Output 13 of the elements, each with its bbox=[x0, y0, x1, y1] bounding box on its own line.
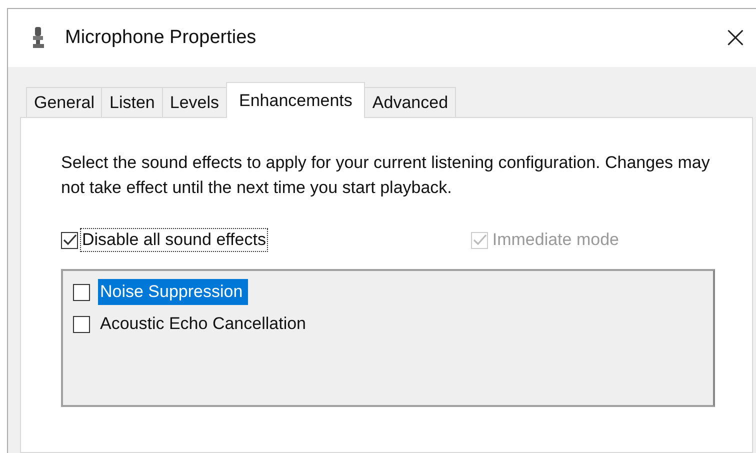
checkbox-label[interactable]: Disable all sound effects bbox=[80, 228, 268, 252]
checkbox[interactable] bbox=[73, 316, 90, 332]
list-item[interactable]: Noise Suppression bbox=[98, 279, 248, 305]
list-item[interactable]: Acoustic Echo Cancellation bbox=[98, 311, 312, 337]
microphone-icon bbox=[32, 27, 46, 49]
window-title: Microphone Properties bbox=[65, 27, 258, 49]
description-text: Select the sound effects to apply for your current listening configuration. Changes may not take effect until the next time you start playback. bbox=[61, 152, 711, 199]
checkbox[interactable] bbox=[61, 232, 78, 248]
close-button[interactable]: × bbox=[716, 23, 754, 53]
checkbox[interactable] bbox=[73, 284, 90, 300]
tab[interactable]: Enhancements bbox=[226, 82, 366, 118]
tab[interactable]: Advanced bbox=[364, 87, 456, 117]
tab[interactable]: General bbox=[26, 87, 102, 117]
